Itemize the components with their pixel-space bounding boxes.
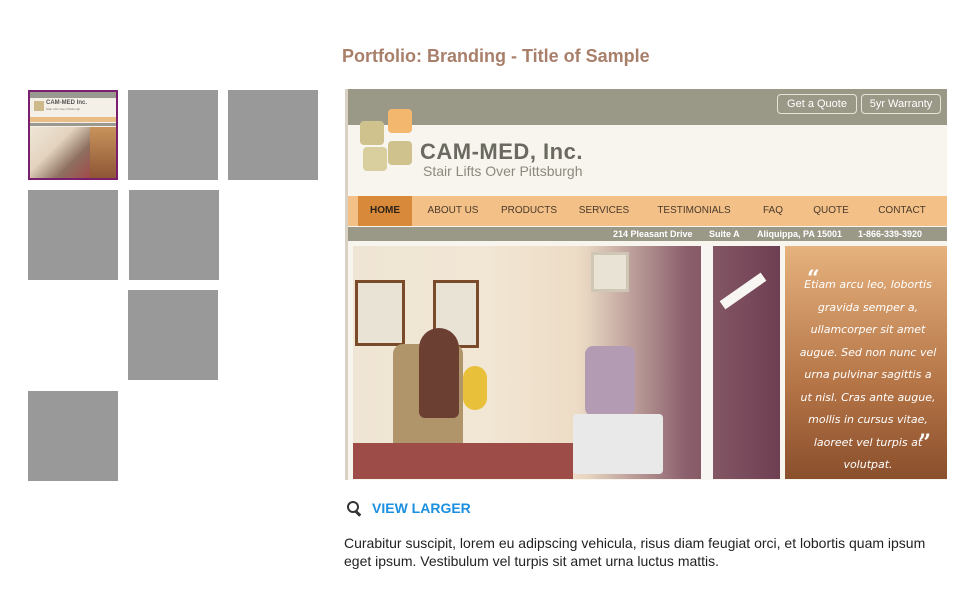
view-larger-link[interactable]: VIEW LARGER — [346, 498, 471, 518]
quote-text: Etiam arcu leo, lobortis gravida semper … — [799, 278, 937, 471]
sample-description: Curabitur suscipit, lorem eu adipscing v… — [344, 535, 926, 569]
sample-phone: 1-866-339-3920 — [858, 229, 923, 239]
sample-nav-home: HOME — [358, 196, 412, 226]
stairlift-seat — [585, 346, 635, 416]
sample-tagline: Stair Lifts Over Pittsburgh — [423, 163, 583, 179]
thumbnail-3[interactable] — [228, 90, 318, 180]
thumbnail-7[interactable] — [28, 391, 118, 481]
preview-infobar — [30, 123, 116, 126]
preview-logo — [34, 101, 44, 111]
sample-brand: CAM-MED, Inc. — [420, 139, 583, 164]
seated-child — [463, 366, 487, 410]
thumbnail-5[interactable] — [129, 190, 219, 280]
preview-quote — [90, 127, 116, 178]
view-larger-label: VIEW LARGER — [372, 500, 471, 516]
stair-balusters — [719, 272, 767, 310]
get-quote-button: Get a Quote — [777, 94, 857, 114]
sample-nav-quote: QUOTE — [813, 205, 849, 216]
sample-suite: Suite A — [709, 229, 740, 239]
page-title: Portfolio: Branding - Title of Sample — [342, 46, 650, 66]
cubes-logo-icon — [360, 107, 415, 173]
quote-close-icon: ” — [918, 430, 931, 456]
sample-nav-about: ABOUT US — [427, 205, 479, 216]
thumbnail-1[interactable]: CAM-MED Inc. Stair Lifts Over Pittsburgh — [28, 90, 118, 180]
sample-nav: HOME ABOUT US PRODUCTS SERVICES TESTIMON… — [348, 196, 947, 226]
sample-address: 214 Pleasant Drive — [613, 229, 693, 239]
sample-infobar: 214 Pleasant Drive Suite A Aliquippa, PA… — [348, 227, 947, 241]
sample-city: Aliquippa, PA 15001 — [757, 229, 843, 239]
rug — [353, 443, 573, 479]
wall-frame-1 — [355, 280, 405, 346]
preview-photo — [30, 127, 90, 178]
magnifier-icon — [346, 500, 362, 517]
preview-topbar — [30, 92, 116, 98]
sample-image: Get a Quote 5yr Warranty CAM-MED, Inc. S… — [345, 89, 947, 480]
thumbnail-4[interactable] — [28, 190, 118, 280]
sample-nav-products: PRODUCTS — [500, 205, 558, 216]
sample-nav-testimonials: TESTIMONIALS — [657, 205, 731, 216]
stair-rail — [701, 246, 713, 479]
sample-photo — [353, 246, 780, 479]
sample-topbar: Get a Quote 5yr Warranty — [348, 89, 947, 125]
thumbnail-6[interactable] — [128, 290, 218, 380]
sample-quote: “ Etiam arcu leo, lobortis gravida sempe… — [785, 246, 947, 479]
sample-nav-faq: FAQ — [762, 205, 783, 216]
sample-nav-services: SERVICES — [578, 205, 630, 216]
seated-woman — [419, 328, 459, 418]
preview-brand: CAM-MED Inc. — [46, 100, 87, 106]
preview-nav — [30, 117, 116, 122]
sample-nav-contact: CONTACT — [878, 205, 926, 216]
thumbnail-preview: CAM-MED Inc. Stair Lifts Over Pittsburgh — [30, 92, 116, 178]
stairlift-base — [573, 414, 663, 474]
wall-frame-3 — [591, 252, 629, 292]
preview-tagline: Stair Lifts Over Pittsburgh — [46, 107, 81, 111]
warranty-button: 5yr Warranty — [861, 94, 941, 114]
thumbnail-2[interactable] — [128, 90, 218, 180]
